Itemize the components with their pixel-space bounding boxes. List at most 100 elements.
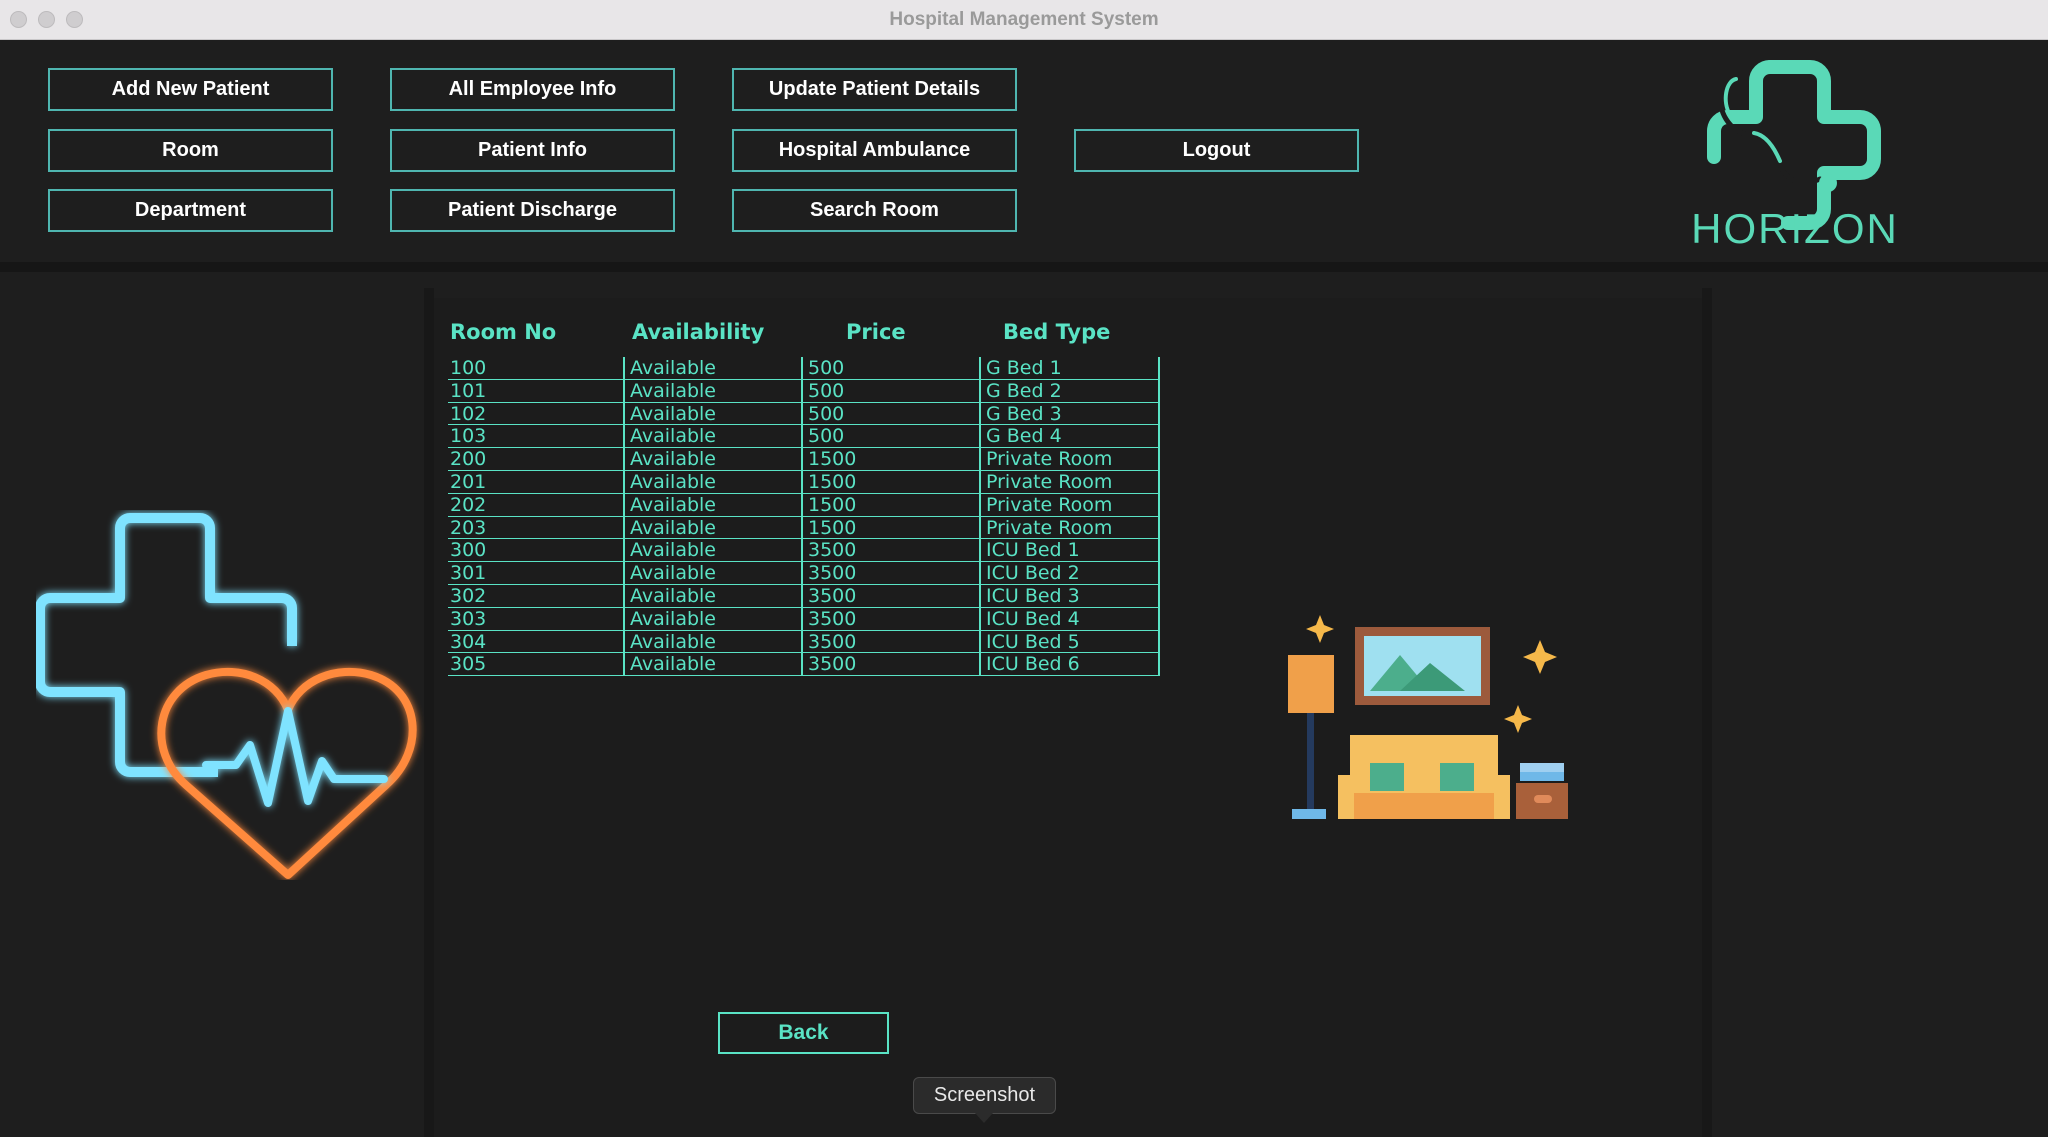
- table-cell: Available: [630, 357, 717, 379]
- table-row[interactable]: 301 Available 3500 ICU Bed 2: [448, 562, 1160, 585]
- table-cell: Private Room: [986, 493, 1113, 516]
- table-cell: 202: [450, 493, 487, 516]
- table-cell: G Bed 3: [986, 402, 1062, 425]
- title-bar: Hospital Management System: [0, 0, 2048, 40]
- patient-info-button[interactable]: Patient Info: [390, 129, 675, 172]
- table-cell: 201: [450, 471, 487, 493]
- logo-text: HORIZON: [1691, 205, 1899, 252]
- table-cell: Available: [630, 471, 717, 493]
- table-cell: Available: [630, 493, 717, 516]
- table-cell: Private Room: [986, 471, 1113, 493]
- neon-cross-heartbeat-icon: [36, 513, 417, 879]
- table-row[interactable]: 100 Available 500 G Bed 1: [448, 357, 1160, 380]
- table-cell: 103: [450, 425, 487, 448]
- table-cell: 200: [450, 448, 487, 470]
- table-cell: Available: [630, 585, 717, 607]
- column-header-availability: Availability: [632, 320, 765, 344]
- table-row[interactable]: 303 Available 3500 ICU Bed 4: [448, 608, 1160, 631]
- table-cell: 302: [450, 585, 487, 607]
- add-new-patient-button[interactable]: Add New Patient: [48, 68, 333, 111]
- table-cell: Available: [630, 630, 717, 653]
- table-cell: 100: [450, 357, 487, 379]
- search-room-button[interactable]: Search Room: [732, 189, 1017, 232]
- column-divider: [979, 357, 981, 676]
- table-cell: ICU Bed 3: [986, 585, 1080, 607]
- table-cell: Private Room: [986, 448, 1113, 470]
- table-row[interactable]: 102 Available 500 G Bed 3: [448, 403, 1160, 426]
- room-button[interactable]: Room: [48, 129, 333, 172]
- table-cell: 3500: [808, 653, 857, 676]
- table-row[interactable]: 201 Available 1500 Private Room: [448, 471, 1160, 494]
- table-cell: ICU Bed 4: [986, 607, 1080, 630]
- tooltip-arrow: [975, 1113, 993, 1123]
- table-cell: 300: [450, 539, 487, 562]
- table-cell: ICU Bed 1: [986, 539, 1080, 562]
- table-cell: 1500: [808, 516, 857, 539]
- update-patient-details-button[interactable]: Update Patient Details: [732, 68, 1017, 111]
- logout-button[interactable]: Logout: [1074, 129, 1359, 172]
- table-cell: 500: [808, 379, 845, 402]
- table-cell: 1500: [808, 471, 857, 493]
- table-cell: G Bed 4: [986, 425, 1062, 448]
- table-cell: Available: [630, 516, 717, 539]
- right-separator: [1702, 288, 1712, 1137]
- table-cell: 203: [450, 516, 487, 539]
- table-cell: 3500: [808, 539, 857, 562]
- column-divider: [801, 357, 803, 676]
- back-button[interactable]: Back: [718, 1012, 889, 1054]
- table-cell: Available: [630, 425, 717, 448]
- table-cell: G Bed 2: [986, 379, 1062, 402]
- table-cell: 101: [450, 379, 487, 402]
- table-row[interactable]: 202 Available 1500 Private Room: [448, 494, 1160, 517]
- table-cell: 3500: [808, 607, 857, 630]
- screenshot-tooltip: Screenshot: [913, 1077, 1056, 1114]
- table-cell: 1500: [808, 448, 857, 470]
- right-panel: [1706, 272, 2048, 1137]
- department-button[interactable]: Department: [48, 189, 333, 232]
- column-header-bed-type: Bed Type: [1003, 320, 1111, 344]
- table-cell: 301: [450, 562, 487, 584]
- table-cell: 3500: [808, 630, 857, 653]
- table-cell: 102: [450, 402, 487, 425]
- table-row[interactable]: 305 Available 3500 ICU Bed 6: [448, 653, 1160, 677]
- table-row[interactable]: 203 Available 1500 Private Room: [448, 517, 1160, 540]
- table-cell: Available: [630, 539, 717, 562]
- all-employee-info-button[interactable]: All Employee Info: [390, 68, 675, 111]
- table-cell: 304: [450, 630, 487, 653]
- table-cell: 500: [808, 425, 845, 448]
- table-row[interactable]: 101 Available 500 G Bed 2: [448, 380, 1160, 403]
- table-cell: 3500: [808, 585, 857, 607]
- table-row[interactable]: 103 Available 500 G Bed 4: [448, 425, 1160, 449]
- table-cell: 305: [450, 653, 487, 676]
- column-header-room-no: Room No: [450, 320, 557, 344]
- table-row[interactable]: 304 Available 3500 ICU Bed 5: [448, 631, 1160, 654]
- table-cell: Available: [630, 402, 717, 425]
- column-divider: [1158, 357, 1160, 676]
- table-cell: ICU Bed 5: [986, 630, 1080, 653]
- table-row[interactable]: 200 Available 1500 Private Room: [448, 448, 1160, 471]
- table-row[interactable]: 302 Available 3500 ICU Bed 3: [448, 585, 1160, 608]
- patient-discharge-button[interactable]: Patient Discharge: [390, 189, 675, 232]
- column-header-price: Price: [846, 320, 906, 344]
- table-cell: Available: [630, 607, 717, 630]
- app-window: Hospital Management System Add New Patie…: [0, 0, 2048, 1137]
- table-row[interactable]: 300 Available 3500 ICU Bed 1: [448, 539, 1160, 563]
- table-cell: Available: [630, 379, 717, 402]
- table-cell: 303: [450, 607, 487, 630]
- table-cell: Available: [630, 448, 717, 470]
- table-cell: 1500: [808, 493, 857, 516]
- table-cell: ICU Bed 6: [986, 653, 1080, 676]
- table-cell: Available: [630, 653, 717, 676]
- window-title: Hospital Management System: [889, 9, 1159, 30]
- table-cell: Private Room: [986, 516, 1113, 539]
- menu-divider: [0, 262, 2048, 272]
- hospital-ambulance-button[interactable]: Hospital Ambulance: [732, 129, 1017, 172]
- table-cell: G Bed 1: [986, 357, 1062, 379]
- room-sofa-lamp-icon: [1288, 615, 1568, 819]
- table-cell: 500: [808, 357, 845, 379]
- column-divider: [623, 357, 625, 676]
- table-cell: 500: [808, 402, 845, 425]
- table-cell: 3500: [808, 562, 857, 584]
- table-cell: Available: [630, 562, 717, 584]
- table-cell: ICU Bed 2: [986, 562, 1080, 584]
